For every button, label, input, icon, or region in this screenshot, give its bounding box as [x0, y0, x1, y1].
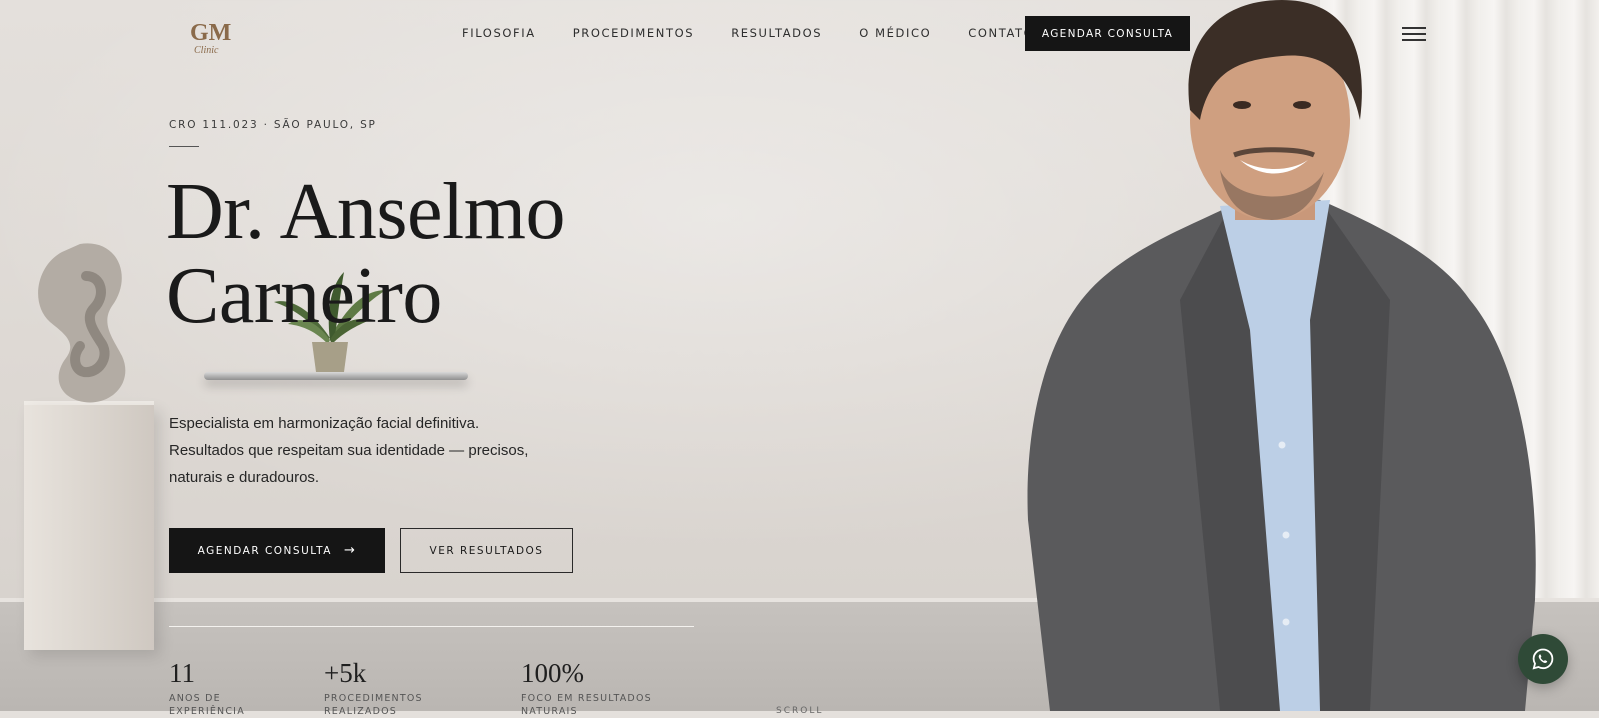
stat-procedures: +5k PROCEDIMENTOS REALIZADOS: [324, 658, 494, 718]
title-line-1: Dr. Anselmo: [166, 168, 565, 256]
stats-divider: [169, 626, 694, 627]
stat-value: 11: [169, 658, 195, 688]
page-title: Dr. Anselmo Carneiro: [166, 170, 565, 338]
hero-description-line-1: Especialista em harmonização facial defi…: [169, 415, 480, 432]
whatsapp-button[interactable]: [1518, 634, 1568, 684]
stat-value: +5k: [324, 658, 367, 688]
title-line-2: Carneiro: [166, 252, 442, 340]
hamburger-icon[interactable]: [1402, 27, 1426, 41]
stat-natural-results: 100% FOCO EM RESULTADOS NATURAIS: [521, 658, 701, 718]
arrow-right-icon: →: [343, 543, 357, 558]
sculpture-image: [38, 243, 126, 403]
hero-description: Especialista em harmonização facial defi…: [169, 410, 539, 491]
header-schedule-button[interactable]: AGENDAR CONSULTA: [1025, 16, 1190, 51]
stat-experience: 11 ANOS DE EXPERIÊNCIA: [169, 658, 309, 718]
view-results-button[interactable]: VER RESULTADOS: [400, 528, 573, 573]
brand-logo[interactable]: GM Clinic: [188, 16, 234, 56]
nav-item-resultados[interactable]: RESULTADOS: [731, 26, 822, 40]
stat-label: PROCEDIMENTOS REALIZADOS: [324, 693, 423, 717]
stat-label: FOCO EM RESULTADOS NATURAIS: [521, 693, 652, 717]
eyebrow-divider: [169, 146, 199, 147]
svg-text:GM: GM: [190, 20, 231, 46]
hero-description-line-3: naturais e duradouros.: [169, 469, 320, 486]
scroll-indicator[interactable]: SCROLL: [776, 706, 823, 716]
stat-label: ANOS DE EXPERIÊNCIA: [169, 693, 245, 717]
stat-value: 100%: [521, 658, 584, 688]
hero-eyebrow: CRO 111.023 · SÃO PAULO, SP: [169, 119, 377, 131]
pedestal: [24, 405, 154, 650]
svg-text:Clinic: Clinic: [194, 45, 219, 56]
whatsapp-icon: [1532, 648, 1554, 670]
nav-item-procedimentos[interactable]: PROCEDIMENTOS: [573, 26, 695, 40]
schedule-consultation-button[interactable]: AGENDAR CONSULTA →: [169, 528, 385, 573]
doctor-portrait-image: [1027, 0, 1536, 711]
schedule-button-label: AGENDAR CONSULTA: [197, 545, 332, 557]
nav-item-o-medico[interactable]: O MÉDICO: [859, 26, 931, 40]
nav-item-filosofia[interactable]: FILOSOFIA: [462, 26, 536, 40]
hero-description-line-2: Resultados que respeitam sua identidade …: [169, 442, 529, 459]
main-nav: FILOSOFIA PROCEDIMENTOS RESULTADOS O MÉD…: [462, 26, 1071, 40]
